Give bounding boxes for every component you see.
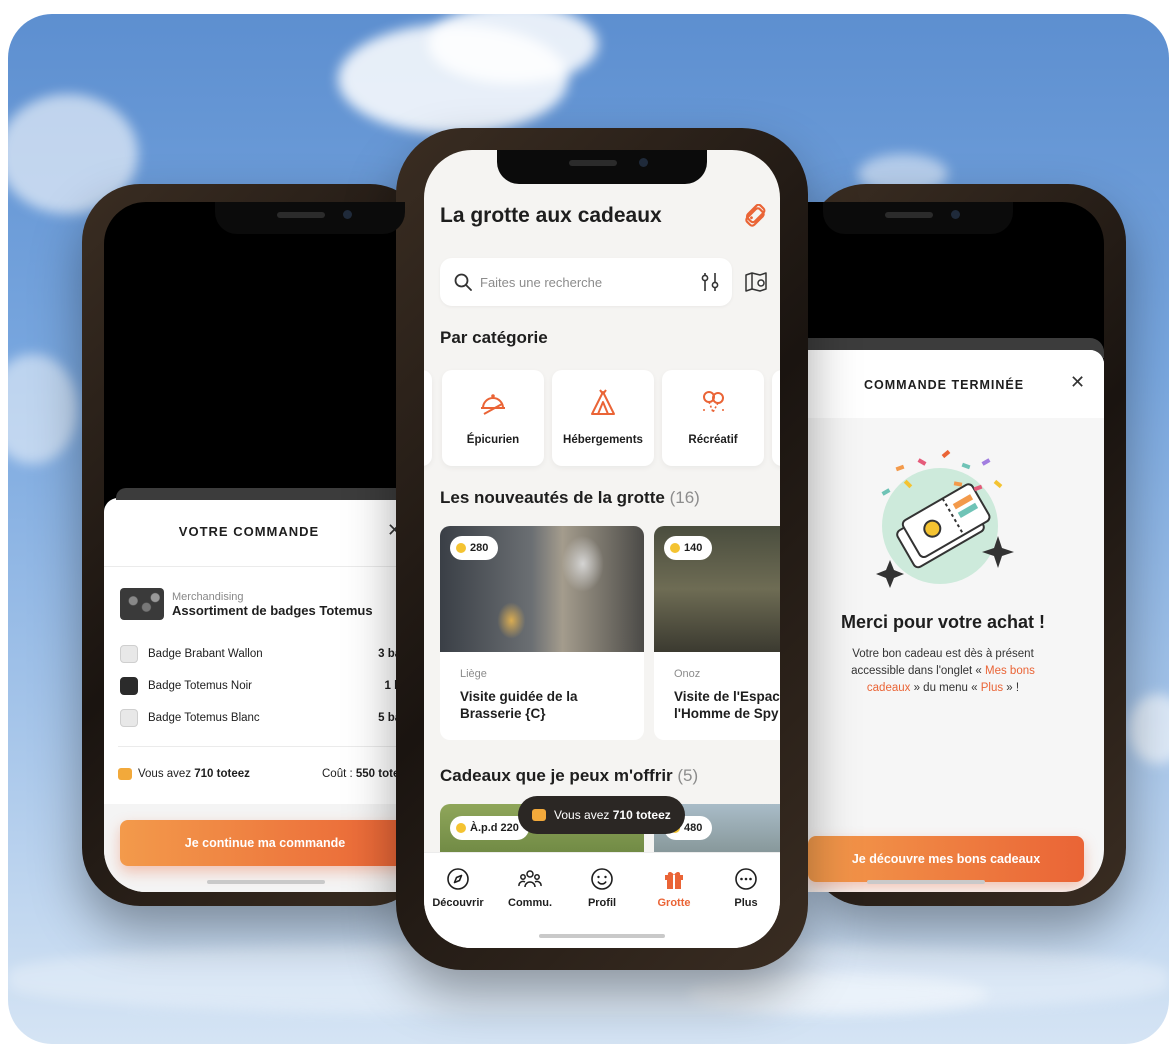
coins-icon bbox=[118, 768, 132, 780]
badge-icon bbox=[120, 709, 138, 727]
order-total: Vous avez 710 toteez Coût : 550 toteez bbox=[118, 768, 428, 780]
list-item: Badge Totemus Noir 1 badge bbox=[120, 670, 428, 702]
more-menu-link[interactable]: Plus bbox=[981, 682, 1003, 694]
order-sheet-title: VOTRE COMMANDE bbox=[178, 524, 320, 539]
tab-commu[interactable]: Commu. bbox=[496, 867, 564, 909]
more-icon bbox=[735, 868, 757, 890]
cloche-icon bbox=[481, 394, 505, 415]
points-badge: À.p.d 220 bbox=[450, 816, 529, 840]
category-card-hebergements[interactable]: Hébergements bbox=[552, 370, 654, 466]
continue-order-button[interactable]: Je continue ma commande bbox=[120, 820, 410, 866]
new-items-carousel[interactable]: 280 Liège Visite guidée de la Brasserie … bbox=[424, 526, 780, 740]
home-indicator bbox=[207, 880, 325, 884]
category-card-recreatif[interactable]: Récréatif bbox=[662, 370, 764, 466]
product-name: Assortiment de badges Totemus bbox=[172, 602, 373, 618]
left-screen: VOTRE COMMANDE ✕ Merchandising Assortime… bbox=[104, 202, 428, 892]
badge-icon bbox=[120, 677, 138, 695]
right-screen: COMMANDE TERMINÉE ✕ Merci pour votre ach… bbox=[808, 202, 1104, 892]
community-icon bbox=[518, 870, 542, 888]
balloons-icon bbox=[703, 391, 724, 413]
list-item: Badge Totemus Blanc 5 badges bbox=[120, 702, 428, 734]
gift-card[interactable]: 140 Onoz Visite de l'Espace de l'Homme d… bbox=[654, 526, 780, 740]
gift-icon bbox=[665, 871, 683, 889]
notch bbox=[215, 202, 405, 234]
gift-voucher-illustration-icon bbox=[876, 449, 1014, 588]
gift-card[interactable]: 280 Liège Visite guidée de la Brasserie … bbox=[440, 526, 644, 740]
card-city: Liège bbox=[460, 668, 487, 680]
sky-background: VOTRE COMMANDE ✕ Merchandising Assortime… bbox=[8, 14, 1169, 1044]
search-input[interactable]: Faites une recherche bbox=[480, 275, 698, 290]
category-card[interactable] bbox=[424, 370, 432, 466]
discover-vouchers-button[interactable]: Je découvre mes bons cadeaux bbox=[808, 836, 1084, 882]
order-lines: Badge Brabant Wallon 3 badges Badge Tote… bbox=[120, 638, 428, 734]
category-carousel[interactable]: Épicurien Hébergements Récréatif bbox=[424, 370, 780, 466]
order-product: Merchandising Assortiment de badges Tote… bbox=[120, 588, 373, 620]
tent-icon bbox=[591, 389, 615, 415]
product-category: Merchandising bbox=[172, 590, 244, 603]
order-sheet: VOTRE COMMANDE ✕ Merchandising Assortime… bbox=[104, 488, 428, 892]
coins-icon bbox=[532, 809, 546, 821]
category-card[interactable] bbox=[772, 370, 780, 466]
filter-icon[interactable] bbox=[698, 270, 722, 294]
home-indicator bbox=[539, 934, 665, 938]
category-card-epicurien[interactable]: Épicurien bbox=[442, 370, 544, 466]
tab-profil[interactable]: Profil bbox=[568, 867, 636, 909]
new-items-heading: Les nouveautés de la grotte (16) bbox=[440, 488, 700, 507]
center-phone: La grotte aux cadeaux Faites une recherc… bbox=[396, 128, 808, 970]
compass-icon bbox=[447, 868, 469, 890]
balance-text: Vous avez 710 toteez bbox=[138, 768, 250, 780]
balance-toast: Vous avez 710 toteez bbox=[518, 796, 685, 834]
tag-icon[interactable] bbox=[742, 204, 768, 230]
tab-decouvrir[interactable]: Découvrir bbox=[424, 867, 492, 909]
categories-heading: Par catégorie bbox=[440, 328, 548, 347]
home-indicator bbox=[867, 880, 985, 884]
map-icon[interactable] bbox=[744, 270, 768, 294]
order-footer: Je continue ma commande bbox=[104, 804, 428, 892]
confirmation-title: COMMANDE TERMINÉE bbox=[864, 378, 1025, 392]
confirmation-sheet: COMMANDE TERMINÉE ✕ Merci pour votre ach… bbox=[808, 350, 1104, 892]
tab-grotte[interactable]: Grotte bbox=[640, 867, 708, 909]
search-bar[interactable]: Faites une recherche bbox=[440, 258, 732, 306]
card-title: Visite de l'Espace de l'Homme de Spy bbox=[674, 689, 780, 721]
card-city: Onoz bbox=[674, 668, 701, 680]
points-badge: 140 bbox=[664, 536, 713, 560]
right-phone: COMMANDE TERMINÉE ✕ Merci pour votre ach… bbox=[808, 184, 1126, 906]
close-icon[interactable]: ✕ bbox=[1070, 372, 1085, 393]
points-badge: 280 bbox=[450, 536, 499, 560]
tab-plus[interactable]: Plus bbox=[712, 867, 780, 909]
center-screen: La grotte aux cadeaux Faites une recherc… bbox=[424, 150, 780, 948]
search-icon bbox=[454, 273, 472, 291]
thank-you-heading: Merci pour votre achat ! bbox=[840, 612, 1046, 632]
smiley-icon bbox=[591, 868, 613, 890]
affordable-items-heading: Cadeaux que je peux m'offrir (5) bbox=[440, 766, 699, 785]
list-item: Badge Brabant Wallon 3 badges bbox=[120, 638, 428, 670]
thank-you-text: Votre bon cadeau est dès à présent acces… bbox=[851, 648, 1035, 694]
product-thumbnail bbox=[120, 588, 164, 620]
notch bbox=[823, 202, 1013, 234]
card-title: Visite guidée de la Brasserie {C} bbox=[460, 689, 578, 721]
left-phone: VOTRE COMMANDE ✕ Merchandising Assortime… bbox=[82, 184, 428, 906]
notch bbox=[497, 150, 707, 184]
badge-icon bbox=[120, 645, 138, 663]
page-title: La grotte aux cadeaux bbox=[440, 204, 662, 227]
